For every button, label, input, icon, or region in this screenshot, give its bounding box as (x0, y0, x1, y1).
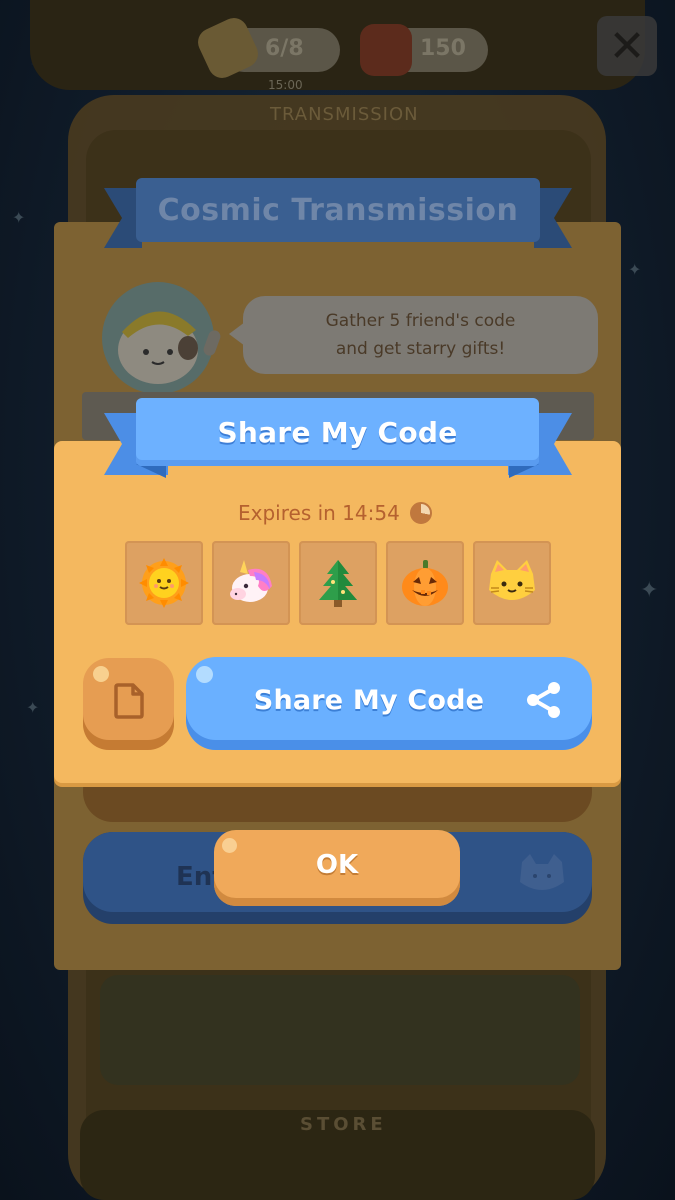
expires-text: Expires in 14:54 (238, 501, 400, 525)
copy-icon (113, 683, 144, 719)
share-icon (527, 682, 560, 718)
cat-icon (489, 560, 535, 600)
unicorn-icon (230, 560, 272, 602)
cosmic-title: Cosmic Transmission (157, 192, 519, 228)
ok-button-label: OK (315, 850, 359, 880)
code-tile (473, 541, 551, 625)
background-bottom-label: STORE (300, 1114, 387, 1135)
code-tile (299, 541, 377, 625)
ticket-value: 150 (420, 36, 466, 61)
background-cards (100, 975, 580, 1085)
share-button-label: Share My Code (253, 685, 485, 716)
button-shine (93, 666, 109, 682)
cat-face-icon (520, 854, 564, 890)
code-tile (125, 541, 203, 625)
button-shine (222, 838, 237, 853)
star-decoration: ✦ (26, 698, 40, 717)
pumpkin-icon (402, 560, 448, 606)
share-dialog-title: Share My Code (217, 415, 458, 449)
energy-value: 6/8 (265, 36, 304, 61)
code-tile (212, 541, 290, 625)
cosmic-speech-bubble: Gather 5 friend's code and get starry gi… (229, 296, 598, 374)
star-decoration: ✦ (12, 208, 26, 227)
code-tiles (125, 541, 551, 625)
close-icon: ✕ (608, 20, 646, 72)
share-my-code-button[interactable]: Share My Code (186, 657, 592, 750)
ok-button[interactable]: OK (214, 830, 460, 906)
cosmic-bubble-line1: Gather 5 friend's code (325, 311, 516, 331)
cosmic-bubble-line2: and get starry gifts! (335, 339, 506, 359)
star-decoration: ✦ (640, 578, 659, 603)
energy-timer: 15:00 (268, 78, 303, 92)
expires-row: Expires in 14:54 (238, 498, 432, 528)
close-button[interactable]: ✕ (597, 16, 657, 76)
sun-icon (139, 558, 189, 608)
share-ribbon: Share My Code (136, 398, 539, 466)
astronaut-cat-icon (102, 282, 221, 394)
copy-code-button[interactable] (83, 658, 174, 750)
tree-icon (319, 560, 357, 607)
cosmic-ribbon: Cosmic Transmission (136, 178, 540, 242)
star-decoration: ✦ (628, 260, 642, 279)
timer-icon (409, 502, 432, 524)
code-tile (386, 541, 464, 625)
board-subtitle: TRANSMISSION (270, 104, 419, 125)
ticket-icon (360, 24, 412, 76)
button-shine (196, 666, 213, 683)
